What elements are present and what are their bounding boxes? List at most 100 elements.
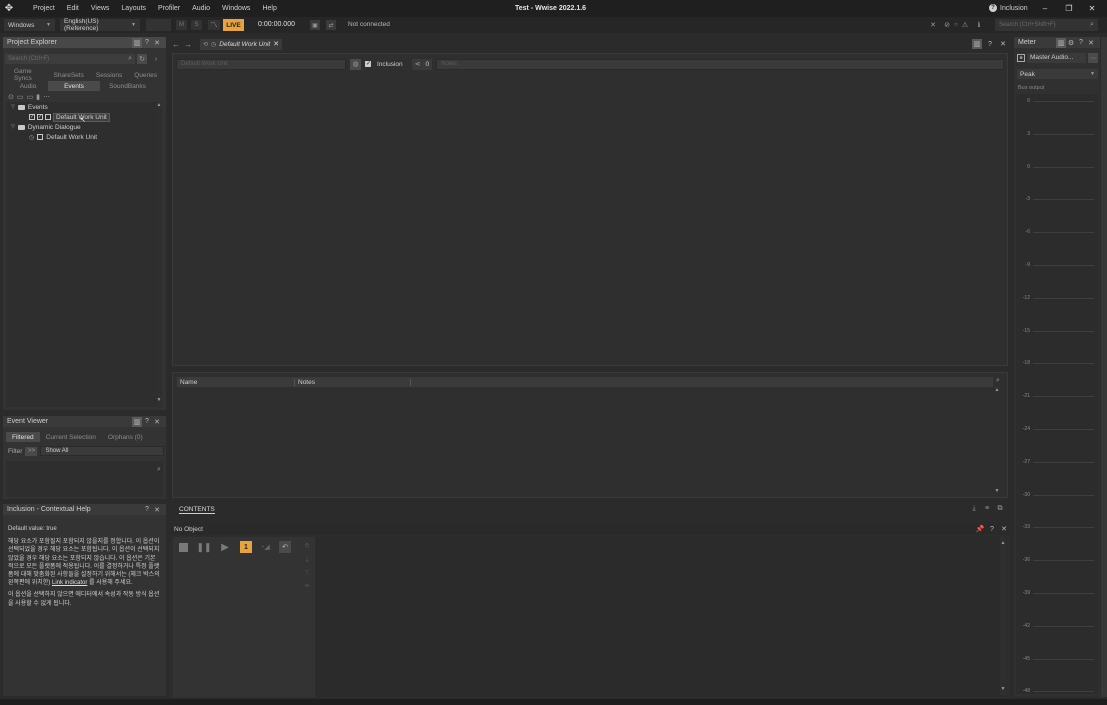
new-workunit-icon[interactable]: ▭	[27, 93, 34, 101]
close-panel-icon[interactable]: ✕	[152, 505, 162, 515]
menu-help[interactable]: Help	[256, 5, 282, 12]
column-notes[interactable]: Notes	[295, 378, 411, 386]
pin-icon[interactable]: ▥	[972, 39, 982, 49]
help-icon[interactable]: ?	[142, 417, 152, 427]
menu-audio[interactable]: Audio	[186, 5, 216, 12]
switch-icon[interactable]: ⊤	[302, 568, 312, 578]
editor-tab[interactable]: ⟲ ◷ Default Work Unit ✕	[200, 38, 283, 50]
link-checkbox[interactable]: ✓	[29, 114, 35, 120]
lock-icon[interactable]: ■	[1017, 54, 1025, 62]
object-slot[interactable]	[146, 19, 171, 31]
object-name-input[interactable]: Default Work Unit	[176, 58, 346, 70]
close-panel-icon[interactable]: ✕	[999, 524, 1009, 534]
filter-select[interactable]: Show All	[40, 446, 164, 456]
pin-icon[interactable]: ▥	[1056, 37, 1066, 48]
chevron-down-icon[interactable]: ▽	[11, 124, 15, 130]
rtpc-icon[interactable]: ⌯	[302, 581, 312, 591]
meter-mode-select[interactable]: Peak ▼	[1017, 69, 1098, 79]
pin-icon[interactable]: 📌	[975, 524, 985, 534]
pause-button[interactable]: ❚❚	[196, 542, 211, 553]
search-icon[interactable]: ⌕	[155, 466, 163, 474]
meter-bus[interactable]: Master Audio...	[1027, 53, 1086, 63]
slot-1-button[interactable]: 1	[240, 541, 252, 553]
back-arrow-icon[interactable]: ←	[170, 40, 182, 49]
scroll-up-icon[interactable]: ▲	[994, 387, 1000, 393]
help-icon[interactable]: ?	[985, 39, 995, 49]
tree-item-dd-workunit[interactable]: ◷ Default Work Unit	[6, 132, 156, 142]
link-indicator-link[interactable]: Link indicator	[52, 580, 87, 586]
platform-select[interactable]: Windows ▼	[4, 19, 55, 31]
language-select[interactable]: English(US) (Reference) ▼	[60, 18, 140, 32]
new-event-icon[interactable]: ⊙	[8, 93, 14, 101]
menu-layouts[interactable]: Layouts	[115, 5, 152, 12]
tab-audio[interactable]: Audio	[8, 81, 48, 91]
help-topic[interactable]: Inclusion	[1000, 5, 1028, 12]
wwise-logo-icon[interactable]: ✥	[0, 0, 18, 17]
live-button[interactable]: LIVE	[223, 19, 244, 31]
help-icon[interactable]: ?	[1076, 38, 1086, 48]
play-button[interactable]: ▶	[220, 541, 230, 553]
explorer-search-input[interactable]: Search (Ctrl+F) ⌕	[5, 54, 135, 64]
color-picker-icon[interactable]: ◍	[350, 58, 361, 70]
column-name[interactable]: Name	[177, 378, 295, 386]
tab-events[interactable]: Events	[48, 81, 100, 91]
reference-count[interactable]: ⋖ 0	[411, 58, 433, 70]
scroll-down-icon[interactable]: ▼	[156, 397, 162, 403]
menu-windows[interactable]: Windows	[216, 5, 256, 12]
forward-icon[interactable]: ›	[151, 54, 161, 64]
inclusion-checkbox[interactable]: ✓	[365, 61, 371, 67]
tab-game-syncs[interactable]: Game Syncs	[8, 68, 48, 82]
tab-queries[interactable]: Queries	[128, 70, 163, 80]
scroll-up-icon[interactable]: ▲	[1000, 540, 1006, 546]
close-panel-icon[interactable]: ✕	[998, 39, 1008, 49]
chevron-down-icon[interactable]: ▽	[11, 104, 15, 110]
contents-label[interactable]: CONTENTS	[179, 506, 215, 514]
state-icon[interactable]: ⇣	[302, 555, 312, 565]
connect-icon[interactable]: ⇄	[326, 20, 336, 30]
close-tab-icon[interactable]: ✕	[273, 40, 279, 48]
notes-input[interactable]: Notes	[436, 58, 1004, 70]
capture-icon[interactable]: ▣	[310, 20, 320, 30]
stop-button[interactable]	[179, 543, 188, 552]
download-icon[interactable]: ⤓	[969, 505, 979, 513]
inclusion-checkbox[interactable]: ✓	[37, 114, 43, 120]
mute-button[interactable]: M	[176, 20, 187, 30]
tab-current-selection[interactable]: Current Selection	[40, 432, 102, 442]
reset-button[interactable]: ↶	[279, 541, 291, 553]
sync-icon[interactable]: ↻	[137, 54, 147, 64]
speaker-icon[interactable]: ◔◢	[259, 542, 271, 552]
pin-icon[interactable]: ▥	[132, 416, 142, 427]
help-icon[interactable]: ?	[987, 524, 997, 534]
new-folder-icon[interactable]: ▭	[17, 93, 24, 101]
filter-button[interactable]: >>	[25, 446, 38, 456]
tree-item-events[interactable]: ▽ Events	[6, 102, 156, 112]
more-icon[interactable]: ⋯	[1088, 53, 1098, 63]
tree-item-events-workunit[interactable]: ✓ ✓ Default Work Unit ↖	[6, 112, 156, 124]
more-icon[interactable]: ⋯	[43, 93, 50, 101]
explorer-scrollbar[interactable]	[156, 102, 162, 407]
minimize-icon[interactable]: –	[1038, 2, 1052, 14]
menu-profiler[interactable]: Profiler	[152, 5, 186, 12]
scroll-down-icon[interactable]: ▼	[994, 488, 1000, 494]
settings-icon[interactable]: ⚙	[1066, 38, 1076, 48]
forward-arrow-icon[interactable]: →	[182, 40, 194, 49]
close-panel-icon[interactable]: ✕	[152, 417, 162, 427]
close-panel-icon[interactable]: ✕	[152, 38, 162, 48]
help-icon[interactable]: ?	[142, 38, 152, 48]
help-icon[interactable]: ?	[142, 505, 152, 515]
popout-icon[interactable]: ⧉	[995, 505, 1005, 513]
tab-filtered[interactable]: Filtered	[6, 432, 40, 442]
clear-icon[interactable]: ✕	[929, 20, 937, 30]
trigger-icon[interactable]: ⤊	[302, 541, 312, 551]
scroll-up-icon[interactable]: ▲	[156, 102, 162, 108]
menu-edit[interactable]: Edit	[61, 5, 85, 12]
menu-project[interactable]: Project	[27, 5, 61, 12]
tab-soundbanks[interactable]: SoundBanks	[100, 81, 155, 91]
scroll-down-icon[interactable]: ▼	[1000, 686, 1006, 692]
close-icon[interactable]: ✕	[1085, 2, 1099, 14]
solo-button[interactable]: S	[191, 20, 202, 30]
new-item-icon[interactable]: ▮	[36, 93, 40, 101]
tab-sharesets[interactable]: ShareSets	[48, 70, 90, 80]
transport-scrollbar[interactable]	[1000, 537, 1006, 695]
filter-icon[interactable]: ≡	[982, 505, 992, 512]
